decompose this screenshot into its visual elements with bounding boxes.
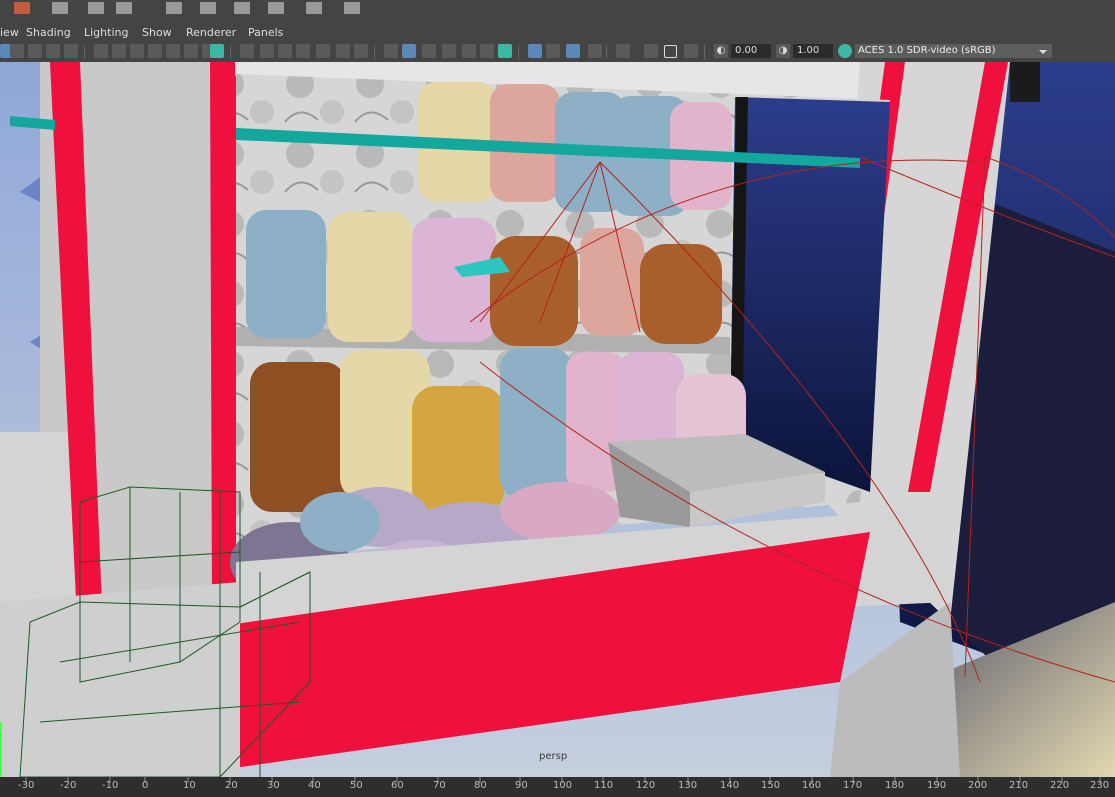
save-icon[interactable]: [116, 2, 132, 14]
image-plane-icon[interactable]: [46, 44, 60, 58]
gate-mask-toggle-icon[interactable]: [296, 44, 310, 58]
depth-of-field-icon[interactable]: [588, 44, 602, 58]
wireframe-on-shaded-icon[interactable]: [442, 44, 456, 58]
shelf-bar: [0, 0, 1115, 23]
ruler-tick: 120: [636, 780, 656, 791]
ruler-tick: 140: [720, 780, 740, 791]
bookmark-icon[interactable]: [28, 44, 42, 58]
ruler-tick: 170: [843, 780, 863, 791]
exposure-field[interactable]: 0.00: [731, 44, 771, 58]
shadows-icon[interactable]: [498, 44, 512, 58]
lock-camera-icon[interactable]: [112, 44, 126, 58]
ruler-tick: 30: [267, 780, 280, 791]
panel-menu-bar: iew Shading Lighting Show Renderer Panel…: [0, 22, 1115, 42]
scale-tool-icon[interactable]: [234, 2, 250, 14]
ruler-tick: 100: [553, 780, 573, 791]
shelf-tool-icon[interactable]: [14, 2, 30, 14]
ruler-tick: 40: [308, 780, 321, 791]
exposure-icon[interactable]: ◐: [714, 44, 728, 58]
grid-toggle-icon[interactable]: [240, 44, 254, 58]
redo-icon[interactable]: [88, 2, 104, 14]
ruler-tick: 160: [802, 780, 822, 791]
history-icon[interactable]: [344, 2, 360, 14]
ruler-tick: 220: [1050, 780, 1070, 791]
chevron-down-icon[interactable]: [1034, 44, 1052, 58]
ruler-tick: -20: [60, 780, 77, 791]
color-management-dropdown[interactable]: ACES 1.0 SDR-video (sRGB): [855, 44, 1036, 58]
menu-show[interactable]: Show: [142, 26, 172, 39]
multisample-aa-icon[interactable]: [566, 44, 580, 58]
snap-icon[interactable]: [268, 2, 284, 14]
ruler-tick: -10: [102, 780, 119, 791]
ruler-tick: 80: [474, 780, 487, 791]
menu-renderer[interactable]: Renderer: [186, 26, 236, 39]
film-gate-toggle-icon[interactable]: [260, 44, 274, 58]
color-management-icon[interactable]: [838, 44, 852, 58]
camera-attributes-icon[interactable]: [10, 44, 24, 58]
left-ledge: [0, 432, 80, 602]
center-red-stripe: [210, 62, 240, 607]
rotate-tool-icon[interactable]: [200, 2, 216, 14]
motion-blur-icon[interactable]: [546, 44, 560, 58]
default-material-icon[interactable]: [422, 44, 436, 58]
textured-icon[interactable]: [462, 44, 476, 58]
ruler-tick: 70: [433, 780, 446, 791]
ruler-tick: 150: [761, 780, 781, 791]
ruler-tick: 210: [1009, 780, 1029, 791]
use-all-lights-icon[interactable]: [480, 44, 494, 58]
ruler-tick: 20: [225, 780, 238, 791]
ruler-tick: 90: [515, 780, 528, 791]
resolution-gate-icon[interactable]: [148, 44, 162, 58]
ruler-tick: 50: [350, 780, 363, 791]
wireframe-icon[interactable]: [384, 44, 398, 58]
ruler-tick: 0: [142, 780, 149, 791]
menu-panels[interactable]: Panels: [248, 26, 283, 39]
gamma-icon[interactable]: ◑: [776, 44, 790, 58]
ruler-tick: 180: [885, 780, 905, 791]
pivot-icon[interactable]: [306, 2, 322, 14]
ruler-tick: 10: [183, 780, 196, 791]
field-chart-toggle-icon[interactable]: [316, 44, 330, 58]
xray-active-components-icon[interactable]: [684, 44, 698, 58]
safe-title-icon[interactable]: [354, 44, 368, 58]
ruler-tick: 230: [1090, 780, 1110, 791]
resolution-toggle-icon[interactable]: [278, 44, 292, 58]
move-tool-icon[interactable]: [166, 2, 182, 14]
menu-view[interactable]: iew: [0, 26, 19, 39]
safe-action-toggle-icon[interactable]: [336, 44, 350, 58]
undo-icon[interactable]: [52, 2, 68, 14]
menu-lighting[interactable]: Lighting: [84, 26, 128, 39]
ruler-tick: 130: [678, 780, 698, 791]
ruler-tick: 190: [927, 780, 947, 791]
pencil-icon[interactable]: [210, 44, 224, 58]
ruler-tick: 60: [391, 780, 404, 791]
camera-icon[interactable]: [94, 44, 108, 58]
field-chart-icon[interactable]: [184, 44, 198, 58]
viewport-canvas: [0, 62, 1115, 777]
camera-label: persp: [539, 751, 568, 762]
gamma-field[interactable]: 1.00: [793, 44, 833, 58]
gate-mask-icon[interactable]: [166, 44, 180, 58]
xray-icon[interactable]: [644, 44, 658, 58]
isolate-select-icon[interactable]: [616, 44, 630, 58]
ruler-tick: -30: [18, 780, 35, 791]
left-base: [0, 582, 240, 777]
menu-shading[interactable]: Shading: [26, 26, 71, 39]
smooth-shade-icon[interactable]: [402, 44, 416, 58]
xray-joints-icon[interactable]: [664, 45, 677, 58]
right-dark-bracket: [1010, 62, 1040, 102]
screen-space-ao-icon[interactable]: [528, 44, 542, 58]
panel-toolbar: ◐ 0.00 ◑ 1.00 ACES 1.0 SDR-video (sRGB): [0, 42, 1115, 63]
time-ruler[interactable]: -30 -20 -10 0 10 20 30 40 50 60 70 80 90…: [0, 777, 1115, 797]
ruler-tick: 110: [594, 780, 614, 791]
viewport-persp[interactable]: persp: [0, 62, 1115, 777]
grid-icon[interactable]: [64, 44, 78, 58]
film-gate-icon[interactable]: [130, 44, 144, 58]
ruler-tick: 200: [968, 780, 988, 791]
